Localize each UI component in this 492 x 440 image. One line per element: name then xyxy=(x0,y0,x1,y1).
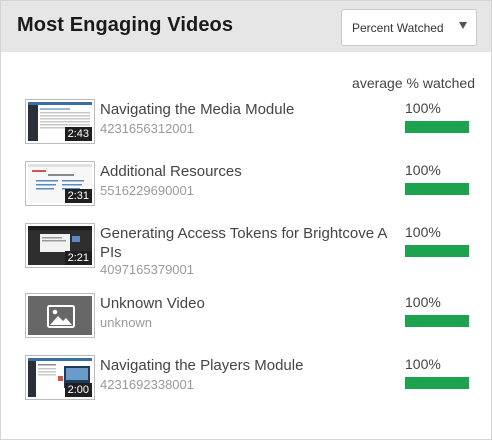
video-thumbnail[interactable]: 2:31 xyxy=(25,161,95,206)
video-id: 4097165379001 xyxy=(100,262,194,277)
sort-metric-value: Percent Watched xyxy=(352,21,444,35)
percent-watched-bar-fill xyxy=(405,315,469,327)
percent-watched-bar-fill xyxy=(405,377,469,389)
thumbnail-placeholder xyxy=(28,296,92,335)
percent-watched-bar xyxy=(405,183,469,195)
video-title[interactable]: Generating Access Tokens for Brightcove … xyxy=(100,224,390,262)
column-header-average-watched: average % watched xyxy=(352,75,475,91)
percent-watched-bar xyxy=(405,121,469,133)
video-duration: 2:43 xyxy=(64,127,92,141)
widget-title: Most Engaging Videos xyxy=(17,14,234,36)
video-duration: 2:00 xyxy=(64,383,92,397)
video-row: 2:31 Additional Resources 5516229690001 … xyxy=(1,159,491,219)
percent-watched-bar xyxy=(405,245,469,257)
video-row: 2:43 Navigating the Media Module 4231656… xyxy=(1,97,491,157)
video-id: unknown xyxy=(100,315,153,330)
video-row: 2:00 Navigating the Players Module 42316… xyxy=(1,353,491,413)
video-duration: 2:31 xyxy=(64,189,92,203)
percent-watched-bar-fill xyxy=(405,121,469,133)
percent-watched-bar xyxy=(405,315,469,327)
video-row: Unknown Video unknown 100% xyxy=(1,291,491,351)
video-id: 4231692338001 xyxy=(100,377,194,392)
video-thumbnail[interactable] xyxy=(25,293,95,338)
percent-watched: 100% xyxy=(405,294,441,310)
placeholder-image-icon xyxy=(28,296,92,335)
percent-watched-bar-fill xyxy=(405,183,469,195)
percent-watched: 100% xyxy=(405,224,441,240)
video-title[interactable]: Navigating the Players Module xyxy=(100,356,390,375)
video-row: 2:21 Generating Access Tokens for Bright… xyxy=(1,221,491,281)
widget-header: Most Engaging Videos Percent Watched xyxy=(1,1,491,52)
video-title[interactable]: Unknown Video xyxy=(100,294,390,313)
video-title[interactable]: Additional Resources xyxy=(100,162,390,181)
caret-down-icon xyxy=(459,22,467,29)
percent-watched-bar-fill xyxy=(405,245,469,257)
percent-watched: 100% xyxy=(405,356,441,372)
video-thumbnail[interactable]: 2:43 xyxy=(25,99,95,144)
percent-watched: 100% xyxy=(405,100,441,116)
video-id: 5516229690001 xyxy=(100,183,194,198)
video-thumbnail[interactable]: 2:21 xyxy=(25,223,95,268)
video-title[interactable]: Navigating the Media Module xyxy=(100,100,390,119)
sort-metric-select[interactable]: Percent Watched xyxy=(341,9,477,46)
percent-watched: 100% xyxy=(405,162,441,178)
video-thumbnail[interactable]: 2:00 xyxy=(25,355,95,400)
video-duration: 2:21 xyxy=(64,251,92,265)
video-id: 4231656312001 xyxy=(100,121,194,136)
percent-watched-bar xyxy=(405,377,469,389)
most-engaging-videos-widget: Most Engaging Videos Percent Watched ave… xyxy=(0,0,492,440)
